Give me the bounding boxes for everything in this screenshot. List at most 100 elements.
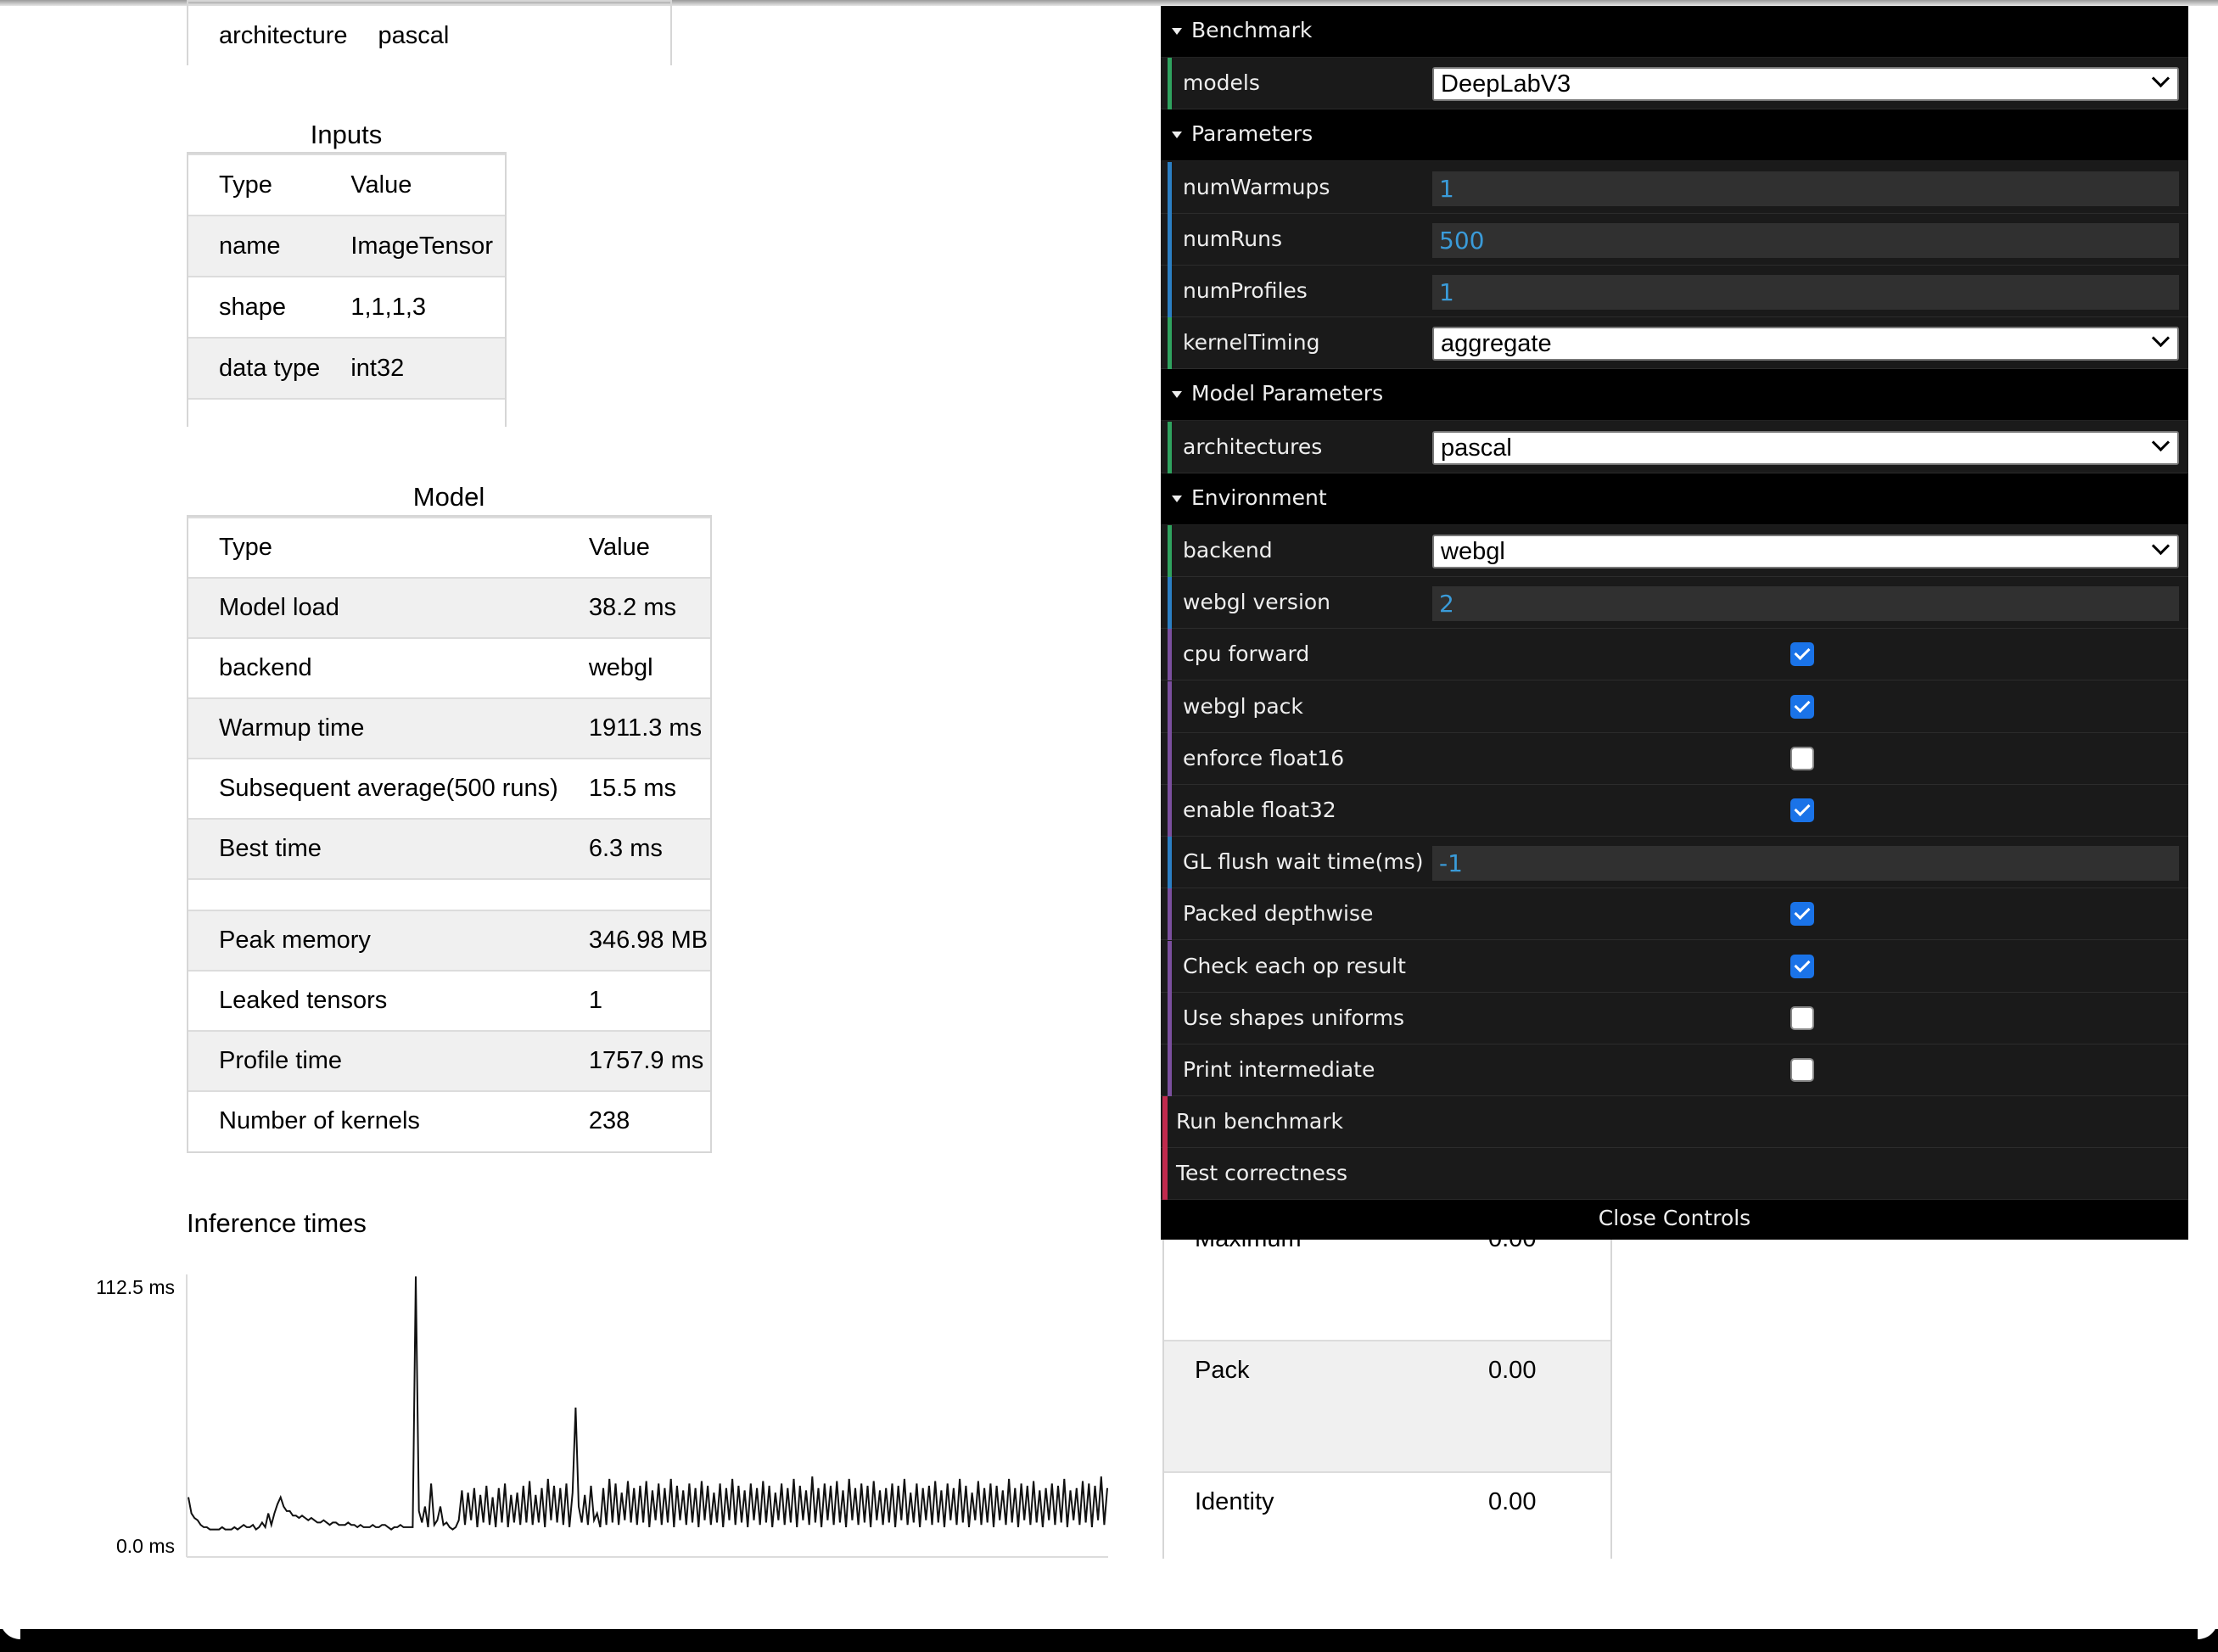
cell-0: Peak memory [188,910,558,971]
use-shapes-uniforms-checkbox[interactable] [1790,1005,1814,1030]
control-row-enable-float32: enable float32 [1161,785,2188,837]
numruns-input[interactable]: 500 [1432,222,2179,258]
caret-down-icon[interactable] [1172,132,1182,139]
select-value: aggregate [1441,330,1552,358]
models-select[interactable]: DeepLabV3 [1432,67,2179,102]
kerneltiming-select[interactable]: aggregate [1432,327,2179,361]
cell-0: data type [188,337,321,399]
model-row: Subsequent average(500 runs) 15.5 ms [188,758,710,819]
row-color-stripe [1162,1148,1168,1201]
row-color-stripe [1168,837,1172,889]
chevron-down-icon [2151,433,2170,451]
packed-depthwise-checkbox[interactable] [1790,902,1814,927]
row-color-stripe [1168,680,1172,733]
inputs-row: name ImageTensor [188,215,505,277]
cell-1: 1757.9 ms [557,1030,710,1091]
control-row-test-correctness[interactable]: Test correctness [1161,1148,2188,1201]
cell-1: 1911.3 ms [557,697,710,759]
cell-1: pascal [347,4,670,65]
row-color-stripe [1168,213,1172,266]
print-intermediate-checkbox[interactable] [1790,1058,1814,1082]
webgl-pack-checkbox[interactable] [1790,694,1814,719]
enforce-float16-checkbox[interactable] [1790,746,1814,770]
y-tick-min: 0.0 ms [115,1535,175,1557]
cell-0: shape [188,276,321,338]
gl-flush-wait-time-ms-input[interactable]: -1 [1432,846,2179,882]
kernels-row: Identity 0.00 [1164,1471,1610,1603]
row-color-stripe [1168,785,1172,837]
control-label: Use shapes uniforms [1183,1005,1405,1030]
control-label: enable float32 [1183,798,1336,822]
select-value: webgl [1441,538,1505,565]
inputs-title: Inputs [310,120,383,149]
row-color-stripe [1168,940,1172,993]
y-tick-max: 112.5 ms [96,1276,175,1298]
row-color-stripe [1168,421,1172,473]
cell-1 [557,878,710,910]
webgl-version-input[interactable]: 2 [1432,586,2179,622]
control-row-enforce-float16: enforce float16 [1161,732,2188,785]
control-label: Packed depthwise [1183,901,1374,927]
test-correctness-button-label[interactable]: Test correctness [1176,1148,1347,1199]
model-row: Leaked tensors 1 [188,970,710,1031]
cell-1: webgl [557,637,710,698]
close-controls-button[interactable]: Close Controls [1161,1199,2188,1240]
model-row: Model load 38.2 ms [188,577,710,638]
cell-0: backend [188,637,558,698]
caret-down-icon[interactable] [1172,28,1182,35]
cell-0: Leaked tensors [188,970,558,1031]
control-label: Print intermediate [1183,1057,1375,1082]
cell-0: Best time [188,818,558,879]
inputs-row: shape 1,1,1,3 [188,276,505,338]
control-row-gl-flush-wait-time-ms: GL flush wait time(ms) -1 [1161,837,2188,889]
folder-parameters[interactable]: Parameters [1161,109,2188,162]
chevron-down-icon [2151,329,2170,348]
model-row: Profile time 1757.9 ms [188,1030,710,1091]
control-row-numwarmups: numWarmups 1 [1161,161,2188,214]
caret-down-icon[interactable] [1172,495,1182,502]
architecture-row: architecture pascal [188,4,670,65]
control-row-packed-depthwise: Packed depthwise [1161,888,2188,941]
control-row-run-benchmark[interactable]: Run benchmark [1161,1096,2188,1149]
model-row [188,878,710,910]
backend-select[interactable]: webgl [1432,535,2179,568]
numwarmups-input[interactable]: 1 [1432,171,2179,206]
numprofiles-input[interactable]: 1 [1432,275,2179,310]
row-color-stripe [1168,732,1172,785]
control-label: webgl version [1183,590,1331,615]
folder-environment[interactable]: Environment [1161,473,2188,525]
control-label: backend [1183,538,1273,563]
cell-0: Identity [1164,1471,1458,1603]
cell-0: Warmup time [188,697,558,759]
window-bottom-edge [0,1619,2218,1652]
cell-1: 346.98 MB [557,910,710,971]
model-row: Peak memory 346.98 MB [188,910,710,971]
folder-benchmark[interactable]: Benchmark [1161,6,2188,58]
model-header-row: Type Value [188,517,710,578]
header-cell-0: Type [188,154,321,216]
cell-0: architecture [188,4,348,65]
control-row-cpu-forward: cpu forward [1161,629,2188,681]
architectures-select[interactable]: pascal [1432,430,2179,465]
row-color-stripe [1162,1096,1168,1149]
control-label: numProfiles [1183,278,1308,303]
chevron-down-icon [2151,536,2170,556]
control-row-kerneltiming: kernelTiming aggregate [1161,317,2188,370]
model-row: backend webgl [188,637,710,698]
kernels-row: Pack 0.00 [1164,1340,1610,1472]
run-benchmark-button-label[interactable]: Run benchmark [1176,1096,1343,1147]
cpu-forward-checkbox[interactable] [1790,642,1814,667]
enable-float32-checkbox[interactable] [1790,798,1814,822]
blank-cell [188,398,505,430]
cell-1: 0.00 [1458,1471,1610,1603]
select-value: pascal [1441,434,1512,462]
check-each-op-result-checkbox[interactable] [1790,954,1814,978]
control-row-use-shapes-uniforms: Use shapes uniforms [1161,992,2188,1044]
cell-0: Model load [188,577,558,638]
control-label: models [1183,70,1260,96]
caret-down-icon[interactable] [1172,391,1182,399]
folder-model-parameters[interactable]: Model Parameters [1161,369,2188,422]
header-cell-1: Value [320,154,505,216]
cell-1: 1 [557,970,710,1031]
cell-1: 6.3 ms [557,818,710,879]
